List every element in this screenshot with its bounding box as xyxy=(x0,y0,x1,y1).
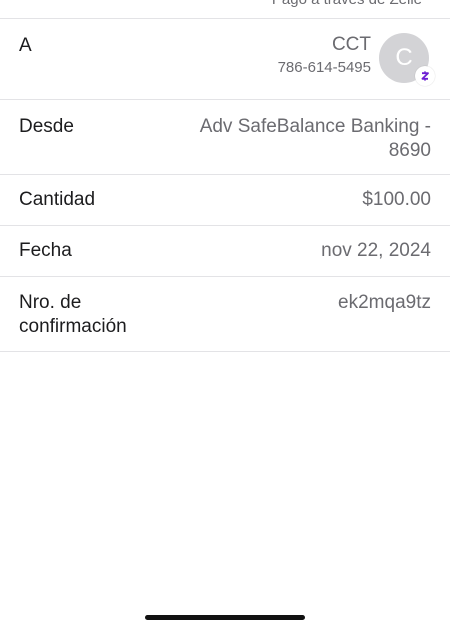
zelle-glyph xyxy=(421,71,429,81)
confirmation-row: Nro. de confirmación ek2mqa9tz xyxy=(0,277,450,352)
recipient-phone: 786-614-5495 xyxy=(277,59,371,76)
avatar-initial: C xyxy=(395,44,413,71)
amount-value: $100.00 xyxy=(362,189,431,210)
recipient-info: CCT 786-614-5495 xyxy=(278,34,371,78)
from-account-row: Desde Adv SafeBalance Banking - 8690 xyxy=(0,100,450,175)
zelle-icon xyxy=(415,66,435,86)
confirmation-number: ek2mqa9tz xyxy=(338,292,431,313)
from-label: Desde xyxy=(19,116,74,137)
date-row: Fecha nov 22, 2024 xyxy=(0,226,450,277)
avatar[interactable]: C xyxy=(379,33,435,86)
from-account-value: Adv SafeBalance Banking - 8690 xyxy=(199,116,431,161)
recipient-row: A CCT 786-614-5495 C xyxy=(0,18,450,100)
date-value: nov 22, 2024 xyxy=(321,240,431,261)
recipient-label: A xyxy=(19,35,32,56)
amount-row: Cantidad $100.00 xyxy=(0,175,450,226)
date-label: Fecha xyxy=(19,240,72,261)
payment-details-screen: Pago a través de Zelle A CCT 786-614-549… xyxy=(0,0,450,631)
amount-label: Cantidad xyxy=(19,189,96,210)
recipient-name: CCT xyxy=(331,34,371,55)
payment-method-text: Pago a través de Zelle xyxy=(272,0,422,8)
confirmation-label: Nro. de confirmación xyxy=(19,292,127,337)
home-indicator[interactable] xyxy=(145,615,305,620)
